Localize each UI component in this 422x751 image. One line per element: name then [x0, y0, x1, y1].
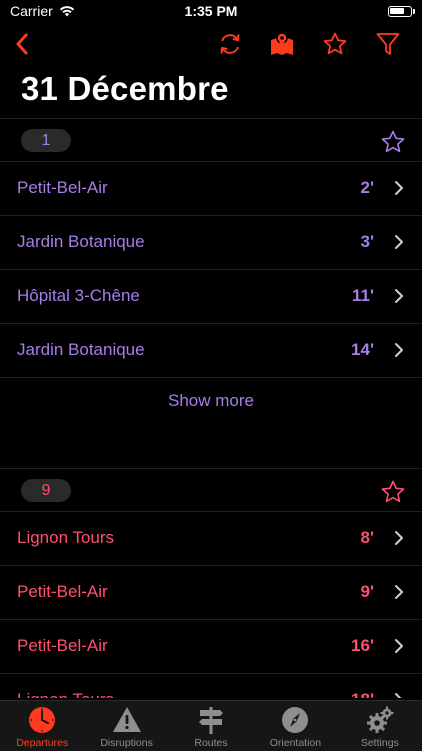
- departure-row[interactable]: Lignon Tours 18': [0, 674, 422, 698]
- tab-label: Routes: [194, 737, 228, 749]
- departure-time: 11': [351, 286, 374, 305]
- departure-row[interactable]: Petit-Bel-Air 2': [0, 162, 422, 216]
- destination-label: Jardin Botanique: [17, 232, 145, 251]
- departure-row[interactable]: Jardin Botanique 14': [0, 324, 422, 378]
- line-badge[interactable]: 9: [21, 479, 71, 502]
- destination-label: Lignon Tours: [17, 690, 114, 698]
- departure-time: 8': [360, 528, 375, 547]
- tab-departures[interactable]: Departures: [0, 701, 84, 751]
- map-button[interactable]: [264, 26, 300, 62]
- tab-disruptions[interactable]: Disruptions: [84, 701, 168, 751]
- departure-row[interactable]: Lignon Tours 8': [0, 512, 422, 566]
- departure-time: 14': [351, 340, 374, 359]
- departure-time: 2': [360, 178, 375, 197]
- chevron-right-icon: [395, 693, 402, 698]
- chevron-right-icon: [395, 343, 403, 357]
- chevron-right-icon: [395, 181, 403, 195]
- chevron-right-icon: [395, 235, 403, 249]
- refresh-button[interactable]: [212, 26, 248, 62]
- filter-icon: [376, 33, 400, 55]
- chevron-right-icon: [395, 639, 403, 653]
- map-icon: [271, 32, 293, 55]
- section-header-line-1: 1: [0, 118, 422, 162]
- destination-label: Lignon Tours: [17, 528, 115, 547]
- tab-routes[interactable]: Routes: [169, 701, 253, 751]
- show-more-button[interactable]: Show more: [0, 378, 422, 424]
- signpost-icon: [199, 707, 224, 734]
- departure-row[interactable]: Petit-Bel-Air 16': [0, 620, 422, 674]
- departure-time: 9': [360, 582, 375, 601]
- compass-icon: [282, 707, 309, 733]
- destination-label: Petit-Bel-Air: [17, 178, 108, 197]
- destination-label: Petit-Bel-Air: [17, 582, 108, 601]
- tab-bar: Departures Disruptions Routes Orientatio…: [0, 700, 422, 751]
- filter-button[interactable]: [370, 26, 406, 62]
- chevron-right-icon: [395, 289, 403, 303]
- departure-row[interactable]: Petit-Bel-Air 9': [0, 566, 422, 620]
- section-header-line-9: 9: [0, 468, 422, 512]
- favorites-button[interactable]: [317, 26, 353, 62]
- tab-label: Settings: [360, 737, 399, 749]
- status-time: 1:35 PM: [184, 3, 238, 19]
- back-button[interactable]: [4, 26, 40, 62]
- destination-label: Petit-Bel-Air: [17, 636, 108, 655]
- tab-orientation[interactable]: Orientation: [253, 701, 337, 751]
- back-icon: [16, 33, 28, 55]
- chevron-right-icon: [395, 531, 403, 545]
- tab-settings[interactable]: Settings: [338, 701, 422, 751]
- page-title: 31 Décembre: [21, 70, 229, 107]
- battery-icon: [388, 5, 415, 17]
- departure-row[interactable]: Jardin Botanique 3': [0, 216, 422, 270]
- refresh-icon: [220, 34, 240, 54]
- departure-row[interactable]: Hôpital 3-Chêne 11': [0, 270, 422, 324]
- clock-icon: [29, 707, 56, 733]
- tab-label: Orientation: [269, 737, 322, 749]
- nav-bar: [0, 26, 422, 62]
- departure-time: 16': [351, 636, 374, 655]
- star-icon[interactable]: [380, 129, 406, 155]
- chevron-right-icon: [395, 585, 403, 599]
- departure-time: 18': [351, 690, 374, 698]
- battery-fill: [390, 7, 404, 14]
- destination-label: Jardin Botanique: [17, 340, 145, 359]
- departure-time: 3': [360, 232, 375, 251]
- line-badge[interactable]: 1: [21, 129, 71, 152]
- gear-icon: [366, 706, 394, 733]
- warning-icon: [112, 707, 141, 732]
- star-icon: [323, 32, 347, 55]
- tab-label: Departures: [16, 737, 69, 749]
- star-icon[interactable]: [380, 479, 406, 505]
- status-bar: Carrier 1:35 PM: [0, 0, 422, 22]
- departures-list[interactable]: 1 Petit-Bel-Air 2' Jardin Botanique 3' H…: [0, 118, 422, 698]
- destination-label: Hôpital 3-Chêne: [17, 286, 140, 305]
- tab-label: Disruptions: [100, 737, 153, 749]
